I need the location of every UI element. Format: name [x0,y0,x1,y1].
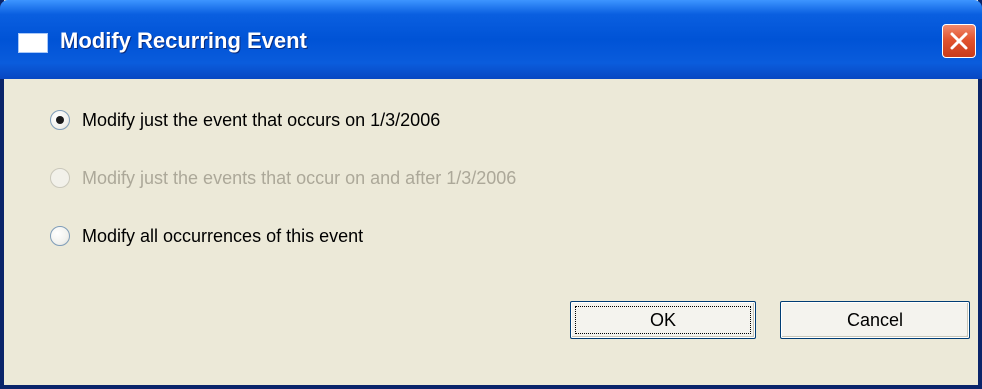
modify-recurring-event-dialog: Modify Recurring Event Modify just the e… [0,0,982,389]
ok-button[interactable]: OK [570,301,756,339]
close-button[interactable] [942,24,976,58]
radio-button-disabled [50,168,70,188]
option-modify-following-events: Modify just the events that occur on and… [50,165,516,191]
dialog-title: Modify Recurring Event [60,28,307,53]
option-label: Modify just the event that occurs on 1/3… [82,109,441,130]
close-icon [950,32,968,50]
window-icon [18,33,48,53]
option-label: Modify all occurrences of this event [82,225,364,246]
dialog-content: Modify just the event that occurs on 1/3… [4,79,978,385]
option-modify-single-event[interactable]: Modify just the event that occurs on 1/3… [50,107,440,133]
option-label: Modify just the events that occur on and… [82,167,517,188]
radio-button[interactable] [50,226,70,246]
cancel-button[interactable]: Cancel [780,301,970,339]
option-modify-all-occurrences[interactable]: Modify all occurrences of this event [50,223,363,249]
radio-button-selected[interactable] [50,110,70,130]
title-bar[interactable]: Modify Recurring Event [0,0,982,79]
